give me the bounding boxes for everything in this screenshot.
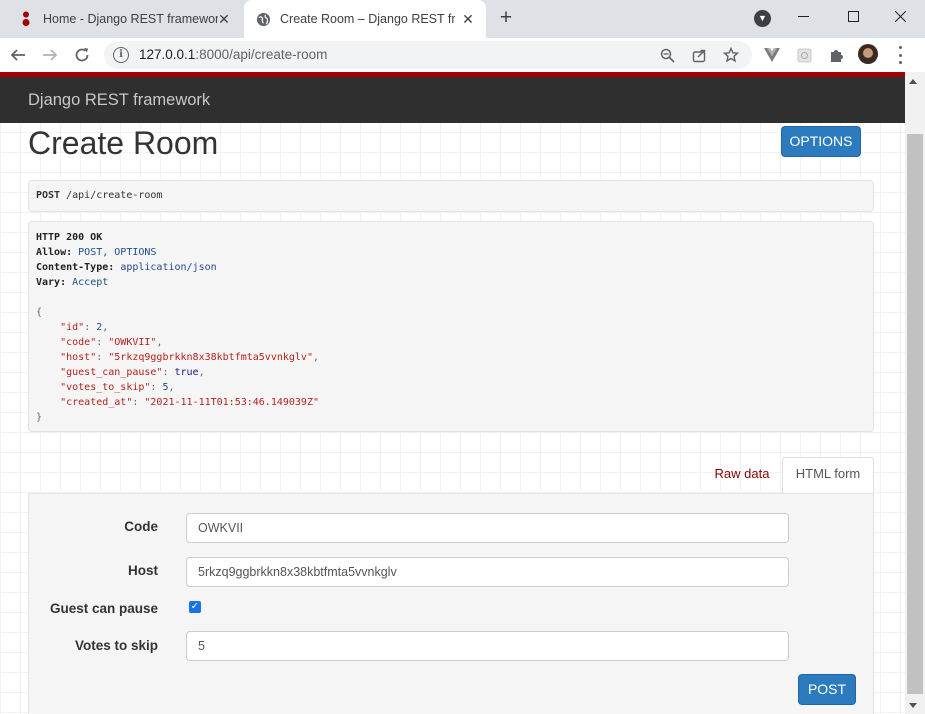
share-icon[interactable] [690,46,708,64]
vue-devtools-icon[interactable] [763,46,781,64]
header-content-type-label: Content-Type: [36,262,115,273]
header-allow-label: Allow: [36,247,73,258]
json-key: "host" [60,352,97,363]
close-icon[interactable]: ✕ [216,11,232,27]
json-key: "votes_to_skip" [60,382,151,393]
puzzle-icon[interactable] [827,46,845,64]
html-form: Code OWKVII Host 5rkzq9ggbrkkn8x38kbtfmt… [28,493,874,714]
window-close-icon[interactable] [877,0,923,32]
tab-strip: Home - Django REST framework ✕ Create Ro… [0,0,925,38]
votes-to-skip-label: Votes to skip [74,638,158,653]
code-field[interactable]: OWKVII [186,513,789,543]
response-body: HTTP 200 OK Allow: POST, OPTIONS Content… [36,230,319,425]
request-path: /api/create-room [66,190,163,201]
navbar: Django REST framework [0,77,905,123]
scroll-down-arrow-icon[interactable] [909,703,917,708]
json-field: "guest_can_pause": true, [60,367,205,378]
url-host: 127.0.0.1 [139,47,196,62]
tab-create-room[interactable]: Create Room – Django REST framework ✕ [244,0,486,38]
close-icon[interactable]: ✕ [460,11,476,27]
brand-link[interactable]: Django REST framework [28,91,210,110]
reload-icon[interactable] [71,44,93,66]
header-allow-value: POST, OPTIONS [78,247,157,258]
vertical-scrollbar[interactable] [905,72,925,714]
address-bar[interactable]: i 127.0.0.1:8000/api/create-room [104,41,752,69]
tab-title: Create Room – Django REST framework [280,12,455,26]
more-menu-icon[interactable] [893,46,907,64]
zoom-out-icon[interactable] [658,46,676,64]
json-value: "OWKVII" [108,337,157,348]
page-title: Create Room [28,125,219,161]
forward-arrow-icon[interactable] [39,44,61,66]
json-value: "5rkzq9ggbrkkn8x38kbtfmta5vvnkglv" [108,352,313,363]
extension-box-icon[interactable] [795,46,813,64]
json-field: "code": "OWKVII", [60,337,163,348]
votes-to-skip-field[interactable]: 5 [186,631,789,661]
page-viewport: Django REST framework Create Room OPTION… [0,72,905,714]
scroll-up-arrow-icon[interactable] [909,79,917,84]
json-key: "id" [60,322,85,333]
guest-can-pause-checkbox[interactable]: ✓ [189,601,201,613]
bookmark-star-icon[interactable] [722,46,740,64]
maximize-icon[interactable] [830,0,876,32]
django-rest-icon [18,11,34,27]
json-close-brace: } [36,412,43,423]
guest-can-pause-label: Guest can pause [49,601,158,616]
url-path: :8000/api/create-room [195,47,328,62]
tab-html-form[interactable]: HTML form [782,457,874,494]
tab-raw-data[interactable]: Raw data [702,459,782,493]
json-key: "guest_can_pause" [60,367,163,378]
response-status: HTTP 200 OK [36,232,103,243]
json-value: true [174,367,199,378]
json-field: "id": 2, [60,322,109,333]
tab-home[interactable]: Home - Django REST framework ✕ [8,0,242,38]
back-arrow-icon[interactable] [7,44,29,66]
json-key: "created_at" [60,397,133,408]
header-content-type-value: application/json [120,262,217,273]
host-field[interactable]: 5rkzq9ggbrkkn8x38kbtfmta5vvnkglv [186,557,789,587]
request-method: POST [36,190,61,201]
browser-toolbar: i 127.0.0.1:8000/api/create-room [0,38,925,72]
request-line: POST /api/create-room [36,190,162,201]
json-value: "2021-11-11T01:53:46.149039Z" [144,397,319,408]
json-fields: "id": 2, "code": "OWKVII", "host": "5rkz… [36,322,319,408]
json-open-brace: { [36,307,43,318]
globe-icon [255,11,271,27]
profile-avatar[interactable] [858,44,878,64]
options-button[interactable]: OPTIONS [781,126,861,157]
request-info: POST /api/create-room [28,180,874,212]
header-vary-value: Accept [72,277,109,288]
code-label: Code [124,519,158,534]
json-field: "votes_to_skip": 5, [60,382,175,393]
minimize-icon[interactable] [780,0,826,32]
json-field: "created_at": "2021-11-11T01:53:46.14903… [60,397,319,408]
post-button[interactable]: POST [798,674,856,705]
new-tab-button[interactable]: + [496,7,516,28]
response-info: HTTP 200 OK Allow: POST, OPTIONS Content… [28,221,874,432]
json-field: "host": "5rkzq9ggbrkkn8x38kbtfmta5vvnkgl… [60,352,319,363]
host-label: Host [128,563,158,578]
scrollbar-thumb[interactable] [907,134,923,694]
tab-search-icon[interactable]: ▼ [754,10,771,27]
info-icon[interactable]: i [113,47,129,63]
json-key: "code" [60,337,97,348]
address-url[interactable]: 127.0.0.1:8000/api/create-room [139,47,327,62]
header-vary-label: Vary: [36,277,67,288]
tab-title: Home - Django REST framework [43,12,218,26]
